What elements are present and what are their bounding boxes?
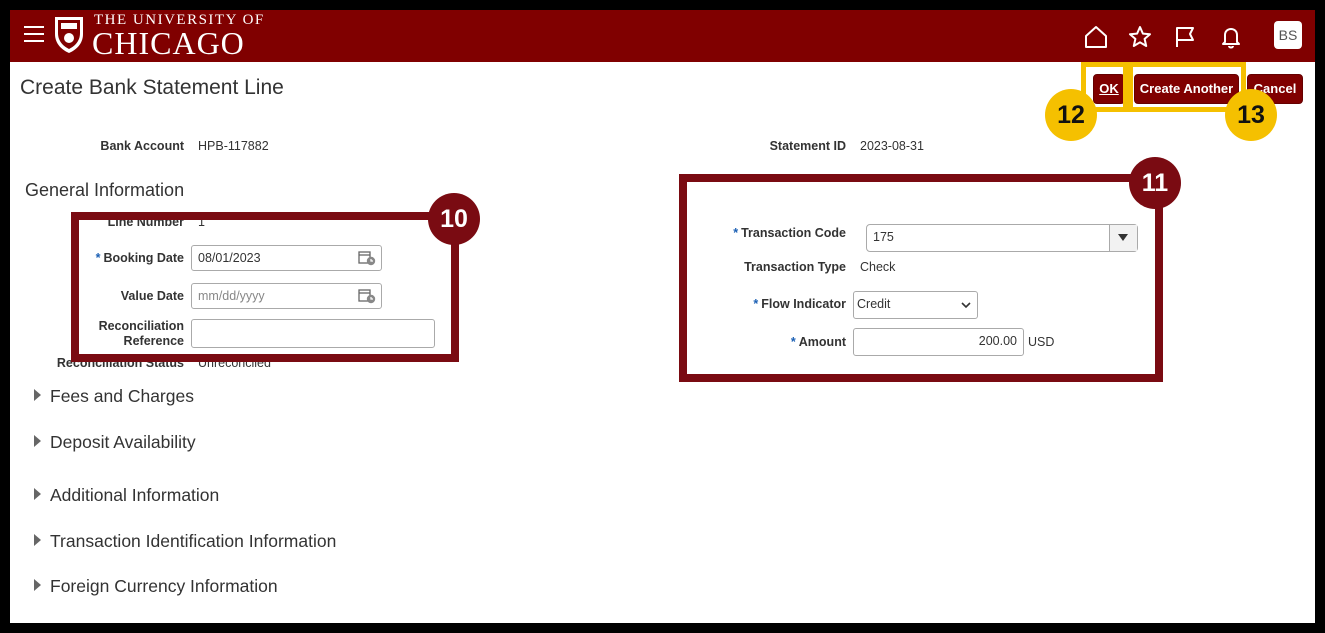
- home-icon[interactable]: [1083, 24, 1109, 50]
- callout-13-badge: 13: [1225, 89, 1277, 141]
- bank-account-value: HPB-117882: [198, 139, 269, 153]
- star-icon[interactable]: [1127, 24, 1153, 50]
- user-avatar[interactable]: BS: [1274, 21, 1302, 49]
- callout-11-highlight: [679, 174, 1163, 382]
- callout-11-badge: 11: [1129, 157, 1181, 209]
- disclosure-triangle-icon: [34, 389, 41, 401]
- section-label: Additional Information: [50, 485, 220, 505]
- hamburger-menu-icon[interactable]: [24, 26, 44, 44]
- section-label: Deposit Availability: [50, 432, 196, 452]
- page-title: Create Bank Statement Line: [20, 76, 284, 99]
- logo-line2: CHICAGO: [92, 25, 245, 61]
- statement-id-value: 2023-08-31: [860, 139, 924, 153]
- university-shield-icon: [55, 17, 83, 53]
- callout-10-badge: 10: [428, 193, 480, 245]
- section-label: Transaction Identification Information: [50, 531, 337, 551]
- top-bar: THE UNIVERSITY OF CHICAGO BS: [10, 10, 1315, 62]
- callout-10-highlight: [71, 212, 459, 362]
- section-label: Fees and Charges: [50, 386, 194, 406]
- fees-and-charges-section[interactable]: Fees and Charges: [34, 386, 194, 407]
- bell-icon[interactable]: [1218, 24, 1244, 50]
- section-label: Foreign Currency Information: [50, 576, 278, 596]
- foreign-currency-section[interactable]: Foreign Currency Information: [34, 576, 278, 597]
- general-information-heading: General Information: [25, 180, 185, 200]
- disclosure-triangle-icon: [34, 534, 41, 546]
- disclosure-triangle-icon: [34, 435, 41, 447]
- additional-information-section[interactable]: Additional Information: [34, 485, 219, 506]
- disclosure-triangle-icon: [34, 579, 41, 591]
- app-frame: THE UNIVERSITY OF CHICAGO BS Create Bank…: [10, 10, 1315, 623]
- callout-12-badge: 12: [1045, 89, 1097, 141]
- disclosure-triangle-icon: [34, 488, 41, 500]
- deposit-availability-section[interactable]: Deposit Availability: [34, 432, 196, 453]
- transaction-identification-section[interactable]: Transaction Identification Information: [34, 531, 336, 552]
- flag-icon[interactable]: [1172, 24, 1198, 50]
- bank-account-label: Bank Account: [100, 139, 184, 153]
- statement-id-label: Statement ID: [769, 139, 846, 153]
